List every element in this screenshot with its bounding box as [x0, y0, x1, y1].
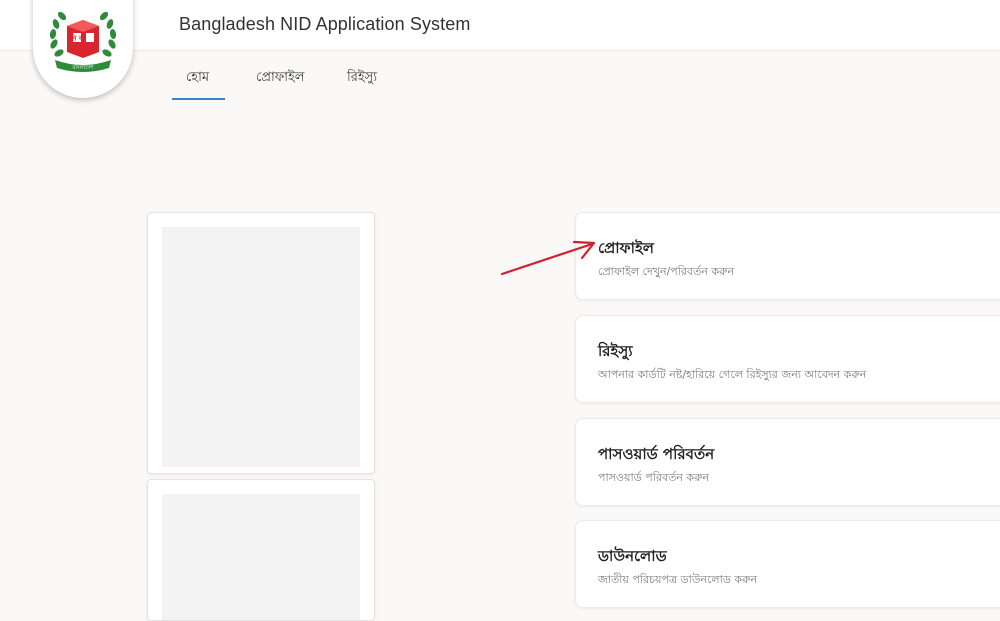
top-header: Bangladesh NID Application System — [0, 0, 1000, 51]
tab-home[interactable]: হোম — [171, 68, 226, 100]
service-title: ডাউনলোড — [598, 547, 667, 565]
election-commission-logo[interactable]: নি ক বাংলাদেশ — [33, 0, 133, 98]
service-subtitle: জাতীয় পরিচয়পত্র ডাউনলোড করুন — [598, 573, 758, 586]
service-subtitle: পাসওয়ার্ড পরিবর্তন করুন — [598, 471, 710, 484]
photo-card — [147, 212, 375, 474]
wreath-emblem-icon: নি ক বাংলাদেশ — [49, 11, 117, 72]
service-title: প্রোফাইল — [598, 239, 654, 257]
service-title: পাসওয়ার্ড পরিবর্তন — [598, 445, 715, 463]
tab-reissue[interactable]: রিইস্যু — [347, 68, 377, 89]
info-placeholder — [162, 494, 360, 620]
logo-letters: নি ক — [69, 34, 85, 43]
service-card-profile[interactable]: প্রোফাইল প্রোফাইল দেখুন/পরিবর্তন করুন — [575, 212, 1000, 300]
info-card — [147, 479, 375, 621]
service-subtitle: আপনার কার্ডটি নষ্ট/হারিয়ে গেলে রিইস্যুর… — [598, 368, 867, 381]
service-card-password-change[interactable]: পাসওয়ার্ড পরিবর্তন পাসওয়ার্ড পরিবর্তন … — [575, 418, 1000, 506]
service-card-reissue[interactable]: রিইস্যু আপনার কার্ডটি নষ্ট/হারিয়ে গেলে … — [575, 315, 1000, 403]
logo-caption: বাংলাদেশ — [71, 65, 94, 71]
app-title: Bangladesh NID Application System — [179, 14, 471, 34]
red-arrow-annotation-icon — [500, 240, 596, 276]
service-card-download[interactable]: ডাউনলোড জাতীয় পরিচয়পত্র ডাউনলোড করুন — [575, 520, 1000, 608]
photo-placeholder — [162, 227, 360, 467]
service-subtitle: প্রোফাইল দেখুন/পরিবর্তন করুন — [598, 265, 735, 278]
tab-profile[interactable]: প্রোফাইল — [256, 68, 304, 89]
service-title: রিইস্যু — [598, 342, 633, 360]
